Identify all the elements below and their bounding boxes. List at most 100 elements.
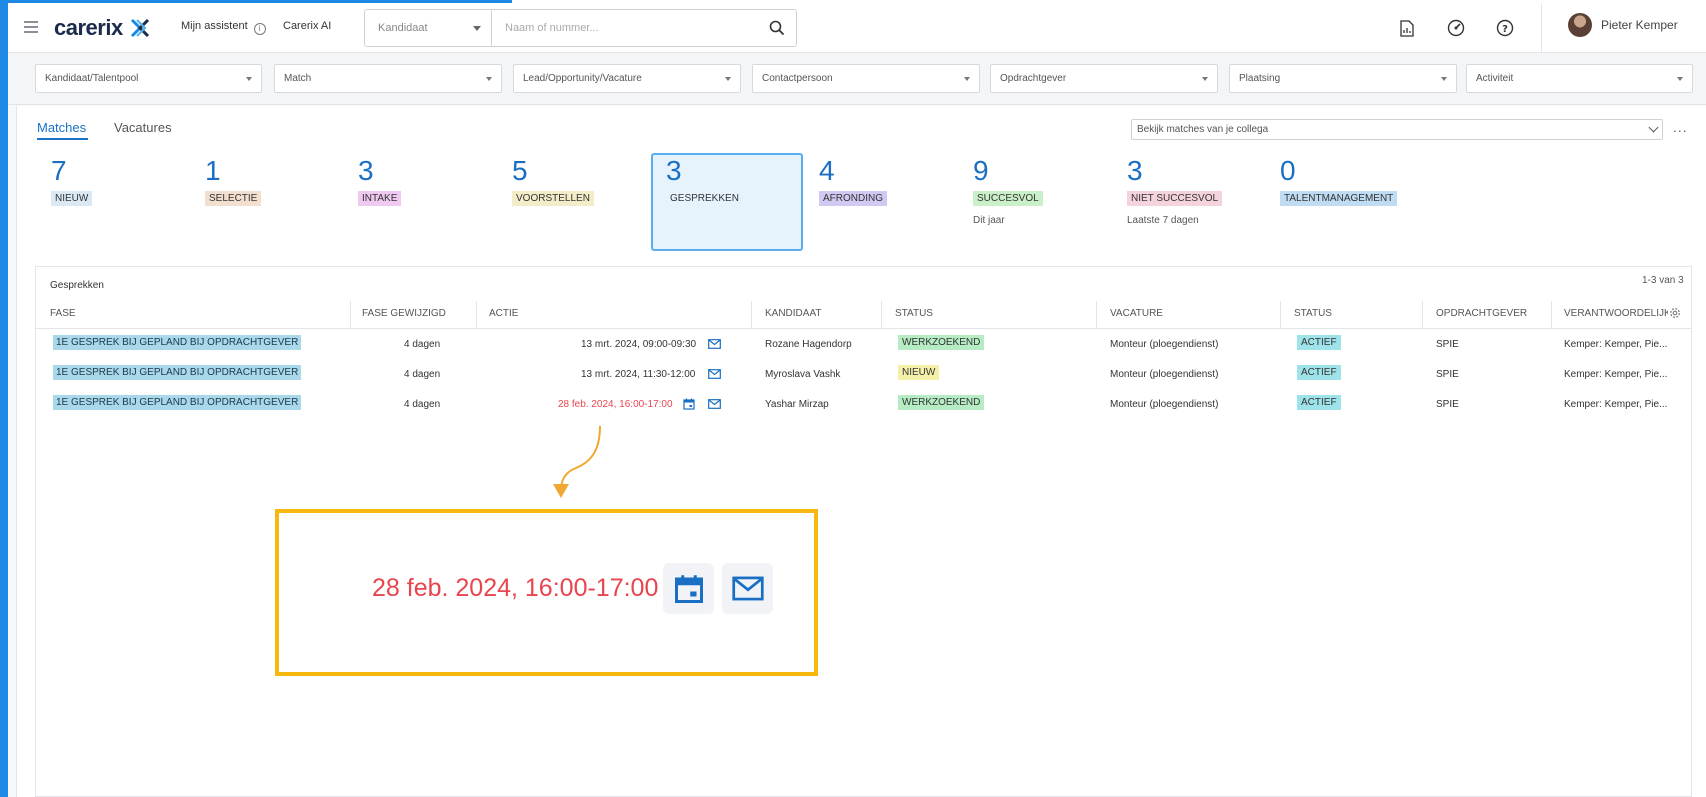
calendar-icon: [683, 398, 695, 410]
callout-date: 28 feb. 2024, 16:00-17:00: [372, 574, 659, 602]
logo[interactable]: carerix: [54, 15, 151, 41]
stat-gesprekken[interactable]: 3 GESPREKKEN: [666, 154, 743, 206]
carerix-ai-link[interactable]: Carerix AI: [283, 20, 331, 32]
search-input[interactable]: [492, 10, 758, 46]
mail-icon: [707, 399, 721, 409]
vacature-cell[interactable]: Monteur (ploegendienst): [1110, 369, 1218, 380]
opdrachtgever-cell[interactable]: SPIE: [1436, 369, 1459, 380]
vacature-cell[interactable]: Monteur (ploegendienst): [1110, 339, 1218, 350]
stat-subtitle: Laatste 7 dagen: [1127, 215, 1199, 226]
filter-plaatsing[interactable]: Plaatsing: [1229, 64, 1457, 93]
filter-label: Opdrachtgever: [1000, 73, 1067, 84]
column-header-opdrachtgever[interactable]: OPDRACHTGEVER: [1436, 308, 1527, 319]
table-row[interactable]: 1E GESPREK BIJ GEPLAND BIJ OPDRACHTGEVER: [53, 395, 302, 410]
stat-count: 9: [973, 155, 989, 186]
kandidaat-cell[interactable]: Rozane Hagendorp: [765, 339, 852, 350]
column-header-vacature-status[interactable]: STATUS: [1294, 308, 1332, 319]
mail-button[interactable]: [706, 367, 722, 381]
app-header: carerix Mijn assistent i Carerix AI Kandi…: [8, 3, 1706, 53]
logo-mark-icon: [130, 18, 149, 38]
column-divider: [1422, 301, 1423, 328]
help-icon[interactable]: ?: [1494, 17, 1516, 39]
table-row[interactable]: 1E GESPREK BIJ GEPLAND BIJ OPDRACHTGEVER: [53, 365, 302, 380]
stat-count: 3: [1127, 155, 1143, 186]
assistant-link[interactable]: Mijn assistent i: [181, 20, 266, 35]
filter-activiteit[interactable]: Activiteit: [1466, 64, 1693, 93]
filter-label: Plaatsing: [1239, 73, 1281, 84]
actie-date-cell[interactable]: 13 mrt. 2024, 11:30-12:00: [581, 369, 695, 380]
avatar: [1568, 13, 1592, 37]
stat-label: SUCCESVOL: [973, 191, 1043, 206]
filter-lead[interactable]: Lead/Opportunity/Vacature: [513, 64, 741, 93]
fase-badge: 1E GESPREK BIJ GEPLAND BIJ OPDRACHTGEVER: [53, 335, 302, 350]
vacature-status-cell: ACTIEF: [1297, 365, 1341, 380]
calendar-button[interactable]: [681, 397, 697, 411]
actie-date-cell[interactable]: 13 mrt. 2024, 09:00-09:30: [581, 339, 696, 350]
dashboard-gauge-icon[interactable]: [1445, 17, 1467, 39]
chevron-down-icon: [1441, 76, 1447, 81]
status-badge: ACTIEF: [1297, 365, 1341, 380]
vacature-status-cell: ACTIEF: [1297, 335, 1341, 350]
filter-opdrachtgever[interactable]: Opdrachtgever: [990, 64, 1218, 93]
search-icon: [769, 20, 785, 36]
callout-mail-button: [722, 563, 773, 614]
stat-count: 1: [205, 155, 221, 186]
filter-match[interactable]: Match: [274, 64, 502, 93]
column-divider: [1551, 301, 1552, 328]
column-header-fase-gewijzigd[interactable]: FASE GEWIJZIGD: [362, 308, 446, 319]
chevron-down-icon: [725, 76, 731, 81]
vacature-status-cell: ACTIEF: [1297, 395, 1341, 410]
logo-text: carerix: [54, 15, 123, 40]
stat-count: 3: [358, 155, 374, 186]
column-header-kandidaat[interactable]: KANDIDAAT: [765, 308, 822, 319]
column-divider: [751, 301, 752, 328]
opdrachtgever-cell[interactable]: SPIE: [1436, 399, 1459, 410]
filter-label: Match: [284, 73, 312, 84]
table-row[interactable]: 1E GESPREK BIJ GEPLAND BIJ OPDRACHTGEVER: [53, 335, 302, 350]
search-button[interactable]: [758, 10, 796, 46]
stat-succesvol[interactable]: 9 SUCCESVOL Dit jaar: [973, 154, 1043, 226]
column-header-actie[interactable]: ACTIE: [489, 308, 518, 319]
column-header-vacature[interactable]: VACATURE: [1110, 308, 1163, 319]
tab-matches[interactable]: Matches: [37, 120, 86, 135]
column-divider: [1280, 301, 1281, 328]
mail-button[interactable]: [706, 397, 722, 411]
vacature-cell[interactable]: Monteur (ploegendienst): [1110, 399, 1218, 410]
stat-nieuw[interactable]: 7 NIEUW: [51, 154, 93, 206]
colleague-select[interactable]: Bekijk matches van je collega: [1131, 119, 1663, 140]
kandidaat-cell[interactable]: Myroslava Vashk: [765, 369, 840, 380]
stat-label: SELECTIE: [205, 191, 262, 206]
fase-gewijzigd-cell: 4 dagen: [404, 399, 441, 410]
stat-afronding[interactable]: 4 AFRONDING: [819, 154, 887, 206]
opdrachtgever-cell[interactable]: SPIE: [1436, 339, 1459, 350]
stat-talentmanagement[interactable]: 0 TALENTMANAGEMENT: [1280, 154, 1398, 206]
stat-intake[interactable]: 3 INTAKE: [358, 154, 402, 206]
more-options-icon[interactable]: ...: [1673, 120, 1688, 134]
column-header-status[interactable]: STATUS: [895, 308, 933, 319]
menu-icon[interactable]: [24, 21, 38, 33]
actie-date-cell-overdue[interactable]: 28 feb. 2024, 16:00-17:00: [558, 399, 673, 410]
gear-icon[interactable]: [1668, 306, 1682, 320]
chevron-down-icon: [246, 76, 252, 81]
search-type-select[interactable]: Kandidaat: [365, 10, 492, 46]
status-cell: NIEUW: [898, 365, 940, 380]
stat-label: GESPREKKEN: [666, 191, 743, 206]
column-divider: [1096, 301, 1097, 328]
column-header-verantwoordelijke[interactable]: VERANTWOORDELIJKE: [1564, 308, 1668, 319]
info-icon: i: [253, 23, 266, 35]
stat-label: VOORSTELLEN: [512, 191, 594, 206]
column-header-fase[interactable]: FASE: [50, 308, 76, 319]
report-icon[interactable]: [1396, 17, 1418, 39]
user-menu[interactable]: Pieter Kemper: [1568, 13, 1678, 37]
kandidaat-cell[interactable]: Yashar Mirzap: [765, 399, 829, 410]
mail-button[interactable]: [706, 337, 722, 351]
stat-niet-succesvol[interactable]: 3 NIET SUCCESVOL Laatste 7 dagen: [1127, 154, 1223, 226]
stat-selectie[interactable]: 1 SELECTIE: [205, 154, 262, 206]
filter-kandidaat[interactable]: Kandidaat/Talentpool: [35, 64, 262, 93]
tab-vacatures[interactable]: Vacatures: [114, 120, 172, 135]
stat-voorstellen[interactable]: 5 VOORSTELLEN: [512, 154, 594, 206]
filter-contactpersoon[interactable]: Contactpersoon: [752, 64, 980, 93]
stat-count: 5: [512, 155, 528, 186]
chevron-down-icon: [1648, 122, 1659, 133]
stat-label: INTAKE: [358, 191, 402, 206]
